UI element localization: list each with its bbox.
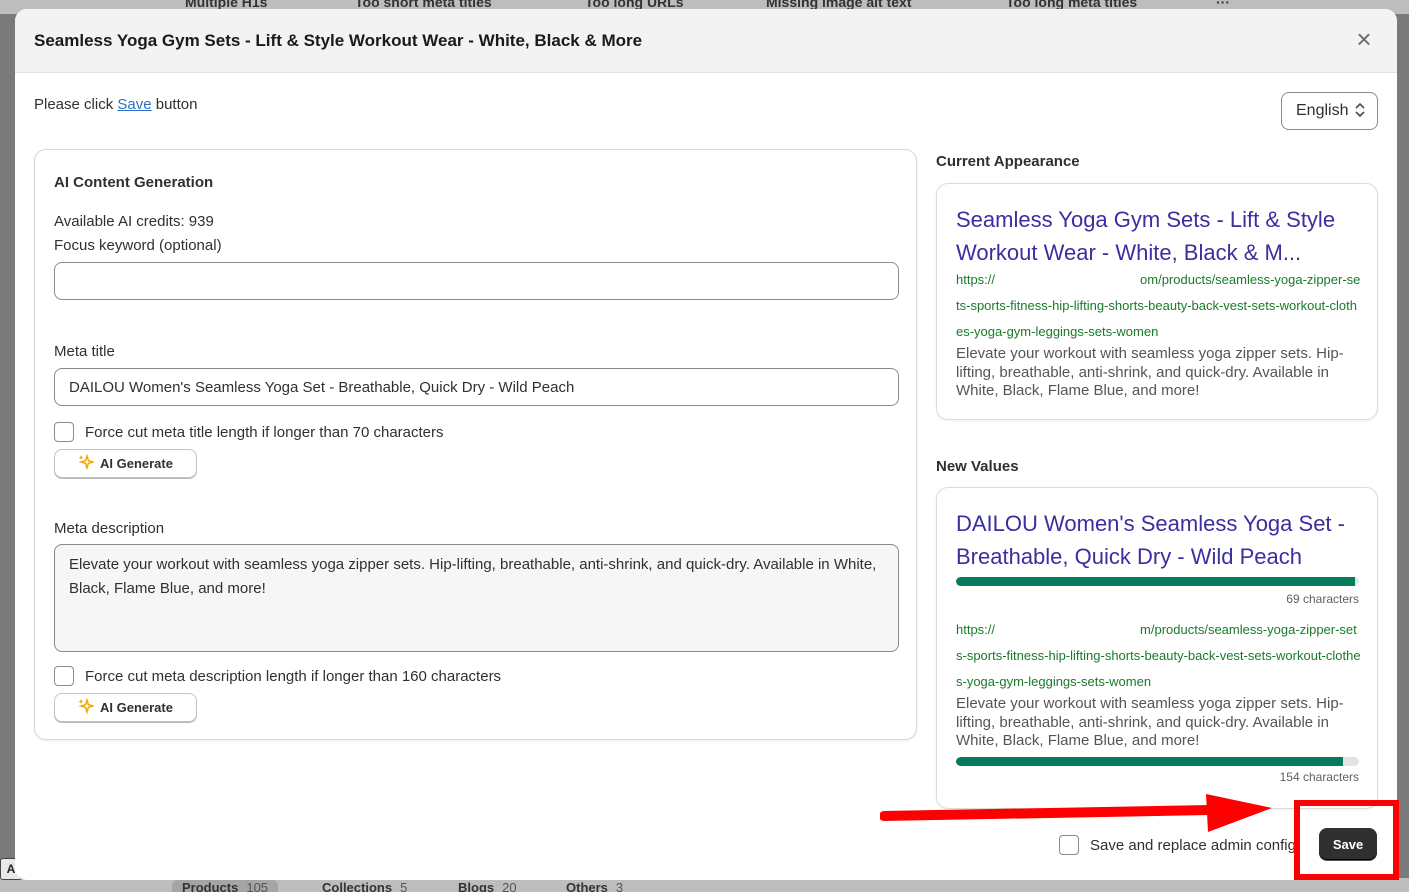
current-appearance-heading: Current Appearance xyxy=(936,153,1080,170)
current-preview-title: Seamless Yoga Gym Sets - Lift & Style Wo… xyxy=(956,207,1336,265)
close-icon[interactable]: × xyxy=(1351,26,1377,53)
current-preview-description: Elevate your workout with seamless yoga … xyxy=(956,345,1344,399)
force-title-row: Force cut meta title length if longer th… xyxy=(54,421,444,443)
current-preview-url: https://om/products/seamless-yoga-zipper… xyxy=(956,272,1361,339)
save-link[interactable]: Save xyxy=(117,96,151,113)
focus-keyword-label: Focus keyword (optional) xyxy=(54,237,222,254)
force-title-label: Force cut meta title length if longer th… xyxy=(85,423,444,441)
sparkle-icon xyxy=(78,453,100,473)
language-value: English xyxy=(1296,102,1349,119)
title-length-fill xyxy=(956,577,1355,586)
force-description-row: Force cut meta description length if lon… xyxy=(54,665,501,687)
save-replace-checkbox[interactable] xyxy=(1059,835,1079,855)
new-preview-description: Elevate your workout with seamless yoga … xyxy=(956,695,1344,749)
modal-title: Seamless Yoga Gym Sets - Lift & Style Wo… xyxy=(34,31,643,50)
modal-header: Seamless Yoga Gym Sets - Lift & Style Wo… xyxy=(15,9,1397,73)
chevron-up-down-icon xyxy=(1355,102,1365,119)
bg-tab-others: Others 3 xyxy=(566,880,624,892)
focus-keyword-input[interactable] xyxy=(54,262,899,300)
current-appearance-card: Seamless Yoga Gym Sets - Lift & Style Wo… xyxy=(936,183,1378,420)
force-description-label: Force cut meta description length if lon… xyxy=(85,667,502,685)
new-values-card: DAILOU Women's Seamless Yoga Set - Breat… xyxy=(936,487,1378,809)
meta-description-textarea[interactable]: Elevate your workout with seamless yoga … xyxy=(54,544,899,652)
new-preview-url: https://m/products/seamless-yoga-zipper-… xyxy=(956,622,1361,689)
sparkle-icon xyxy=(78,697,100,717)
save-notice: Please click Save button xyxy=(34,96,198,113)
bg-tab-blogs: Blogs 20 xyxy=(458,880,517,892)
meta-title-label: Meta title xyxy=(54,343,115,360)
description-character-count: 154 characters xyxy=(1279,770,1359,784)
seo-edit-modal: Seamless Yoga Gym Sets - Lift & Style Wo… xyxy=(15,9,1397,880)
save-replace-label: Save and replace admin config xyxy=(1090,836,1296,854)
meta-description-label: Meta description xyxy=(54,520,165,537)
ai-generate-title-button[interactable]: AI Generate xyxy=(54,449,197,478)
ai-generate-description-button[interactable]: AI Generate xyxy=(54,693,197,722)
ai-credits: Available AI credits: 939 xyxy=(54,213,214,230)
force-description-checkbox[interactable] xyxy=(54,666,74,686)
language-select[interactable]: English xyxy=(1281,92,1378,130)
bg-tab-collections: Collections 5 xyxy=(322,880,408,892)
new-values-heading: New Values xyxy=(936,458,1019,475)
save-replace-row: Save and replace admin config xyxy=(1059,834,1296,856)
title-length-bar xyxy=(956,577,1359,586)
force-title-checkbox[interactable] xyxy=(54,422,74,442)
background-tab-strip: Products 105 Collections 5 Blogs 20 Others 3 xyxy=(0,878,1409,892)
ai-content-card: AI Content Generation Available AI credi… xyxy=(34,149,917,740)
meta-title-input[interactable] xyxy=(54,368,899,406)
title-character-count: 69 characters xyxy=(1286,592,1359,606)
card-title: AI Content Generation xyxy=(54,174,214,191)
description-length-fill xyxy=(956,757,1343,766)
save-button[interactable]: Save xyxy=(1319,828,1377,860)
bg-tab-products: Products 105 xyxy=(172,880,279,892)
new-preview-title: DAILOU Women's Seamless Yoga Set - Breat… xyxy=(956,511,1345,569)
description-length-bar xyxy=(956,757,1359,766)
